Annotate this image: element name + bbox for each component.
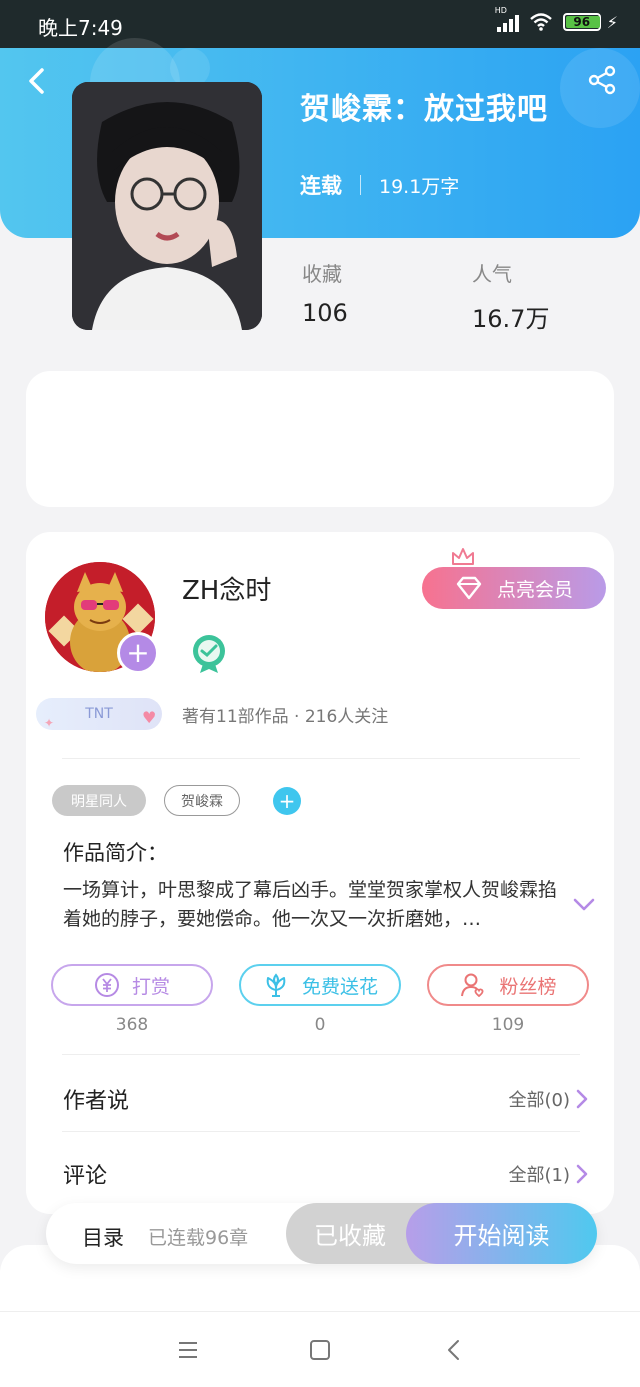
reward-button[interactable]: 打赏 xyxy=(51,964,213,1006)
vip-button[interactable]: 点亮会员 xyxy=(422,567,606,609)
fan-ranking-label: 粉丝榜 xyxy=(499,975,557,998)
divider xyxy=(62,1131,580,1132)
crown-icon xyxy=(452,548,474,565)
word-count: 19.1万字 xyxy=(379,175,460,198)
fan-ranking-button[interactable]: 粉丝榜 xyxy=(427,964,589,1006)
status-bar: 晚上7:49 HD 96 ⚡ xyxy=(0,0,640,48)
stat-value: 16.7万 xyxy=(472,305,550,333)
author-stats: 著有11部作品 · 216人关注 xyxy=(182,707,389,727)
sparkle-icon: ✦ xyxy=(44,716,55,730)
add-tag-button[interactable]: + xyxy=(273,787,301,815)
comments-title: 评论 xyxy=(63,1164,108,1189)
follow-author-button[interactable]: + xyxy=(117,632,159,674)
status-icons: HD 96 ⚡ xyxy=(495,6,618,32)
status-time: 晚上7:49 xyxy=(38,16,123,40)
heart-icon: ♥ xyxy=(142,708,157,727)
system-nav-bar xyxy=(0,1311,640,1387)
medal-icon xyxy=(193,635,225,673)
tag-keyword[interactable]: 贺峻霖 xyxy=(164,785,240,816)
chevron-right-icon xyxy=(576,1089,588,1109)
signal-icon: HD xyxy=(495,6,519,32)
chevron-down-icon[interactable] xyxy=(572,894,596,914)
stat-value: 106 xyxy=(302,299,348,327)
fan-user-icon xyxy=(461,973,484,998)
book-meta: 连载 19.1万字 xyxy=(300,170,459,200)
network-type: HD xyxy=(494,6,507,15)
menu-icon[interactable] xyxy=(176,1338,200,1362)
start-reading-button[interactable]: 开始阅读 xyxy=(406,1203,597,1264)
nav-back-icon[interactable] xyxy=(442,1338,466,1362)
book-title: 贺峻霖：放过我吧 xyxy=(300,92,548,127)
back-arrow-icon[interactable] xyxy=(22,66,52,96)
comments-all-label: 全部(1) xyxy=(508,1165,571,1186)
fan-count: 109 xyxy=(491,1015,525,1035)
tag-category[interactable]: 明星同人 xyxy=(52,785,146,816)
charging-icon: ⚡ xyxy=(606,12,618,32)
vip-button-label: 点亮会员 xyxy=(496,578,573,601)
divider xyxy=(62,758,580,759)
chevron-right-icon xyxy=(576,1164,588,1184)
meta-divider xyxy=(360,175,361,195)
home-icon[interactable] xyxy=(308,1338,332,1362)
diamond-icon xyxy=(456,576,482,600)
battery-icon: 96 ⚡ xyxy=(562,12,618,32)
reward-count: 368 xyxy=(115,1015,149,1035)
stat-label: 人气 xyxy=(472,262,512,286)
wifi-icon xyxy=(529,13,552,31)
ad-placeholder-card xyxy=(26,371,614,507)
send-flower-button[interactable]: 免费送花 xyxy=(239,964,401,1006)
intro-title: 作品简介： xyxy=(63,841,168,865)
author-notes-all-label: 全部(0) xyxy=(508,1090,571,1111)
flower-icon xyxy=(266,973,286,997)
flower-label: 免费送花 xyxy=(301,975,378,998)
stat-favorites: 收藏 106 xyxy=(302,258,348,327)
stat-popularity: 人气 16.7万 xyxy=(472,258,549,334)
share-icon[interactable] xyxy=(586,64,618,96)
author-notes-title: 作者说 xyxy=(63,1089,130,1114)
author-name[interactable]: ZH念时 xyxy=(182,570,271,607)
flower-count: 0 xyxy=(314,1015,326,1035)
yen-coin-icon xyxy=(94,973,119,997)
book-cover[interactable] xyxy=(72,82,262,330)
intro-text: 一场算计，叶思黎成了幕后凶手。堂堂贺家掌权人贺峻霖掐着她的脖子，要她偿命。他一次… xyxy=(63,879,558,930)
catalog-button[interactable]: 目录 xyxy=(82,1222,124,1252)
divider xyxy=(62,1054,580,1055)
comments-all-link[interactable]: 全部(1) xyxy=(509,1161,589,1187)
stat-label: 收藏 xyxy=(302,262,342,286)
chapter-count: 已连载96章 xyxy=(148,1227,249,1249)
book-status: 连载 xyxy=(300,174,342,198)
cover-image xyxy=(72,82,262,330)
author-notes-all-link[interactable]: 全部(0) xyxy=(509,1086,589,1112)
battery-level: 96 xyxy=(573,15,591,29)
reward-label: 打赏 xyxy=(131,975,170,998)
